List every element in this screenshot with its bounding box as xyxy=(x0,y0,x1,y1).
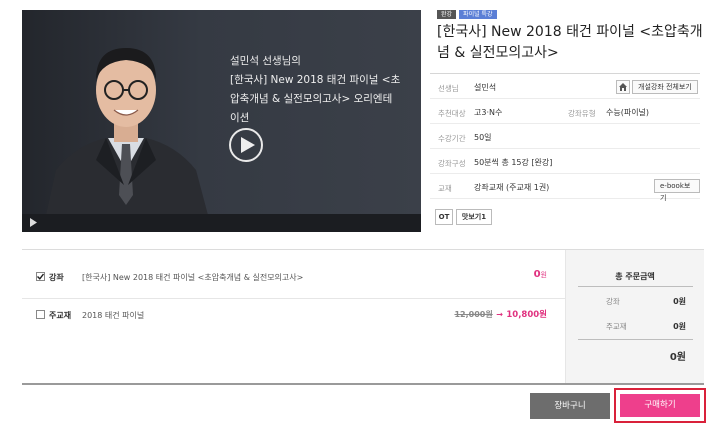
info-row-period: 수강기간 50일 xyxy=(430,125,700,149)
book-price: 12,000원 → 10,800원 xyxy=(454,308,547,320)
teacher-value: 설민석 xyxy=(474,83,497,92)
composition-value: 50분씩 총 15강 [완강] xyxy=(474,158,553,167)
period-value: 50일 xyxy=(474,133,492,142)
overlay-line: 설민석 선생님의 xyxy=(230,55,301,67)
buy-button-highlight: 구매하기 xyxy=(614,388,706,423)
video-control-bar xyxy=(22,214,421,232)
summary-total-value: 0원 xyxy=(669,352,686,363)
order-row-book: 주교재 2018 태건 파이널 12,000원 → 10,800원 xyxy=(22,293,565,339)
composition-label: 강좌구성 xyxy=(438,159,466,168)
book-original-price: 12,000원 xyxy=(454,310,493,319)
course-badges: 완강 파이널 특강 xyxy=(437,10,497,19)
material-label: 교재 xyxy=(438,184,452,193)
preview-button[interactable]: 맛보기1 xyxy=(456,209,492,225)
book-category: 주교재 xyxy=(49,311,72,320)
book-name: 2018 태건 파이널 xyxy=(82,311,145,320)
info-row-target: 추천대상 고3·N수 강좌유형 수능(파이널) xyxy=(430,100,700,124)
all-courses-button[interactable]: 개설강좌 전체보기 xyxy=(632,80,698,94)
lecture-price: 0원 xyxy=(534,269,547,280)
complete-badge: 완강 xyxy=(437,10,457,19)
ot-button[interactable]: OT xyxy=(435,209,453,225)
order-summary: 총 주문금액 강좌 0원 주교재 0원 0원 xyxy=(565,250,704,383)
teacher-home-button[interactable] xyxy=(616,80,630,94)
overlay-line: [한국사] New 2018 태건 파이널 <초 xyxy=(230,74,401,86)
order-bottom-divider xyxy=(22,383,704,385)
course-title: [한국사] New 2018 태건 파이널 <초압축개념 & 실전모의고사> xyxy=(437,24,703,61)
small-play-icon[interactable] xyxy=(30,218,37,227)
play-icon xyxy=(240,137,255,153)
lecture-checkbox[interactable] xyxy=(36,272,45,281)
summary-divider xyxy=(578,286,693,287)
info-row-composition: 강좌구성 50분씩 총 15강 [완강] xyxy=(430,150,700,174)
lecture-price-value: 0 xyxy=(533,269,541,280)
won-unit: 원 xyxy=(540,271,547,279)
price-arrow: → xyxy=(496,310,503,319)
lecture-category: 강좌 xyxy=(49,273,64,282)
video-overlay-text: 설민석 선생님의 [한국사] New 2018 태건 파이널 <초 압축개념 &… xyxy=(230,52,410,128)
target-label: 추천대상 xyxy=(438,109,466,118)
course-type-label: 강좌유형 xyxy=(568,109,596,118)
video-player[interactable]: 설민석 선생님의 [한국사] New 2018 태건 파이널 <초 압축개념 &… xyxy=(22,10,421,232)
info-row-material: 교재 강좌교재 (주교재 1권) e-book보기 xyxy=(430,175,700,202)
summary-lecture-value: 0원 xyxy=(673,297,686,306)
material-value: 강좌교재 (주교재 1권) xyxy=(474,183,550,192)
target-value: 고3·N수 xyxy=(474,108,503,117)
info-top-divider xyxy=(430,73,700,74)
cart-button[interactable]: 장바구니 xyxy=(530,393,610,419)
final-lecture-badge: 파이널 특강 xyxy=(459,10,497,19)
teacher-photo xyxy=(46,48,208,215)
ebook-button[interactable]: e-book보기 xyxy=(654,179,700,202)
summary-title: 총 주문금액 xyxy=(615,272,655,281)
lecture-name: [한국사] New 2018 태건 파이널 <초압축개념 & 실전모의고사> xyxy=(82,273,304,282)
checkmark-icon xyxy=(37,273,44,280)
home-icon xyxy=(619,83,627,91)
overlay-line: 압축개념 & 실전모의고사> 오리엔테 xyxy=(230,93,393,105)
play-button[interactable] xyxy=(229,128,263,162)
period-label: 수강기간 xyxy=(438,134,466,143)
summary-lecture-label: 강좌 xyxy=(606,297,620,306)
summary-book-value: 0원 xyxy=(673,322,686,331)
summary-divider xyxy=(578,339,693,340)
info-row-teacher: 선생님 설민석 개설강좌 전체보기 xyxy=(430,75,700,99)
teacher-label: 선생님 xyxy=(438,84,459,93)
summary-book-label: 주교재 xyxy=(606,322,627,331)
book-checkbox[interactable] xyxy=(36,310,45,319)
course-type-value: 수능(파이널) xyxy=(606,108,650,117)
buy-button[interactable]: 구매하기 xyxy=(620,394,700,417)
overlay-line: 이션 xyxy=(230,112,250,124)
book-sale-price: 10,800원 xyxy=(506,310,547,320)
